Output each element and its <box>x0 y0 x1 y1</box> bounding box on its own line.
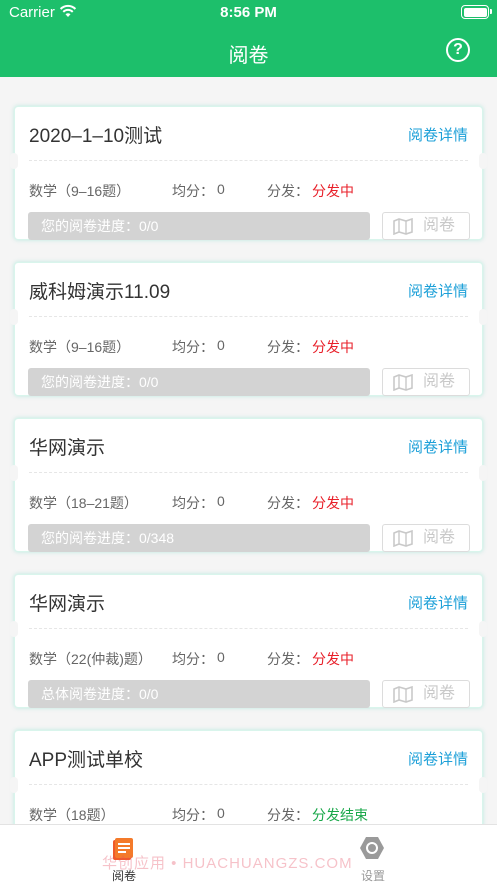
distribution-status: 分发结束 <box>312 807 368 823</box>
distribution-label: 分发： <box>267 339 309 355</box>
tab-bar: 阅卷 设置 华创应用 • HUACHUANGZS.COM <box>0 824 497 883</box>
average-label: 均分： <box>172 651 214 667</box>
page-title: 阅卷 <box>228 45 269 67</box>
average-value: 0 <box>217 649 225 665</box>
distribution-label: 分发： <box>267 651 309 667</box>
review-progress-bar: 您的阅卷进度：0/348 <box>28 524 370 552</box>
watermark: 华创应用 • HUACHUANGZS.COM <box>102 855 353 872</box>
distribution-status: 分发中 <box>312 339 354 355</box>
review-progress-bar: 总体阅卷进度：0/0 <box>28 680 370 708</box>
average-label: 均分： <box>172 183 214 199</box>
review-button[interactable]: 阅卷 <box>382 524 470 552</box>
review-button[interactable]: 阅卷 <box>382 680 470 708</box>
average-value: 0 <box>217 493 225 509</box>
exam-name: APP测试单校 <box>29 750 144 771</box>
exam-name: 华网演示 <box>29 594 106 615</box>
review-detail-link[interactable]: 阅卷详情 <box>408 436 468 457</box>
clock: 8:56 PM <box>220 4 277 21</box>
map-book-icon <box>393 686 413 703</box>
average-value: 0 <box>217 337 225 353</box>
distribution-status: 分发中 <box>312 651 354 667</box>
battery-icon <box>461 5 492 19</box>
average-label: 均分： <box>172 339 214 355</box>
review-detail-link[interactable]: 阅卷详情 <box>408 748 468 769</box>
review-detail-link[interactable]: 阅卷详情 <box>408 592 468 613</box>
status-bar: Carrier 8:56 PM <box>0 0 497 26</box>
review-progress-bar: 您的阅卷进度：0/0 <box>28 368 370 396</box>
subject-label: 数学（9–16题） <box>29 183 131 199</box>
review-button-label: 阅卷 <box>423 373 456 390</box>
subject-label: 数学（22(仲裁)题） <box>29 651 152 667</box>
nav-bar: 阅卷 ? <box>0 26 497 77</box>
exam-card: 华网演示 阅卷详情 数学（22(仲裁)题） 均分： 0 分发： 分发中 总体阅卷… <box>10 574 487 708</box>
exam-name: 威科姆演示11.09 <box>29 282 171 303</box>
map-book-icon <box>393 530 413 547</box>
distribution-label: 分发： <box>267 495 309 511</box>
review-button[interactable]: 阅卷 <box>382 368 470 396</box>
average-value: 0 <box>217 181 225 197</box>
distribution-status: 分发中 <box>312 183 354 199</box>
review-button-label: 阅卷 <box>423 217 456 234</box>
review-button[interactable]: 阅卷 <box>382 212 470 240</box>
exam-list[interactable]: 2020–1–10测试 阅卷详情 数学（9–16题） 均分： 0 分发： 分发中… <box>0 77 497 824</box>
map-book-icon <box>393 374 413 391</box>
review-detail-link[interactable]: 阅卷详情 <box>408 280 468 301</box>
help-icon[interactable]: ? <box>446 38 470 62</box>
distribution-label: 分发： <box>267 807 309 823</box>
exam-card: APP测试单校 阅卷详情 数学（18题） 均分： 0 分发： 分发结束 <box>10 730 487 824</box>
distribution-status: 分发中 <box>312 495 354 511</box>
subject-label: 数学（9–16题） <box>29 339 131 355</box>
exam-card: 2020–1–10测试 阅卷详情 数学（9–16题） 均分： 0 分发： 分发中… <box>10 106 487 240</box>
subject-label: 数学（18–21题） <box>29 495 138 511</box>
average-value: 0 <box>217 805 225 821</box>
review-button-label: 阅卷 <box>423 529 456 546</box>
exam-name: 华网演示 <box>29 438 106 459</box>
subject-label: 数学（18题） <box>29 807 115 823</box>
average-label: 均分： <box>172 495 214 511</box>
review-progress-bar: 您的阅卷进度：0/0 <box>28 212 370 240</box>
review-button-label: 阅卷 <box>423 685 456 702</box>
exam-card: 威科姆演示11.09 阅卷详情 数学（9–16题） 均分： 0 分发： 分发中 … <box>10 262 487 396</box>
exam-card: 华网演示 阅卷详情 数学（18–21题） 均分： 0 分发： 分发中 您的阅卷进… <box>10 418 487 552</box>
settings-hexagon-icon <box>360 837 384 859</box>
average-label: 均分： <box>172 807 214 823</box>
review-detail-link[interactable]: 阅卷详情 <box>408 124 468 145</box>
exam-name: 2020–1–10测试 <box>29 126 163 147</box>
distribution-label: 分发： <box>267 183 309 199</box>
map-book-icon <box>393 218 413 235</box>
